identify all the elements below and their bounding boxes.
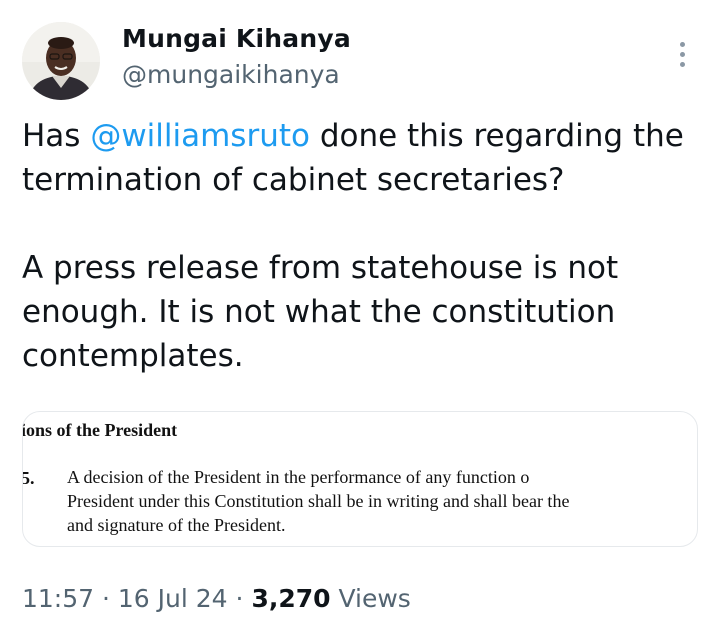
document-clause-text: A decision of the President in the perfo…	[67, 467, 570, 535]
author-handle[interactable]: @mungaikihanya	[122, 60, 340, 89]
meta-separator: ·	[102, 584, 110, 613]
more-vertical-icon	[679, 41, 685, 47]
views-count[interactable]: 3,270	[251, 584, 330, 613]
views-label[interactable]: Views	[338, 584, 410, 613]
attached-image[interactable]: ions of the President 5. A decision of t…	[22, 411, 698, 547]
meta-separator-2: ·	[235, 584, 244, 613]
tweet-text: Has @williamsruto done this regarding th…	[22, 114, 712, 378]
more-vertical-icon-dot	[679, 51, 685, 57]
tweet-text-start: Has	[22, 118, 91, 154]
more-vertical-icon-dot	[679, 61, 685, 67]
document-clause-number: 5.	[22, 468, 35, 488]
mention-link[interactable]: @williamsruto	[90, 118, 310, 154]
avatar[interactable]	[22, 22, 100, 100]
more-options-button[interactable]	[668, 36, 696, 72]
tweet-time[interactable]: 11:57	[22, 584, 94, 613]
tweet-date[interactable]: 16 Jul 24	[118, 584, 228, 613]
tweet-metadata: 11:57 · 16 Jul 24 · 3,270 Views	[22, 584, 411, 613]
tweet-text-rest: done this regarding the termination of c…	[22, 118, 684, 374]
document-heading: ions of the President	[22, 420, 178, 440]
avatar-image	[22, 22, 100, 100]
author-display-name[interactable]: Mungai Kihanya	[122, 24, 351, 53]
